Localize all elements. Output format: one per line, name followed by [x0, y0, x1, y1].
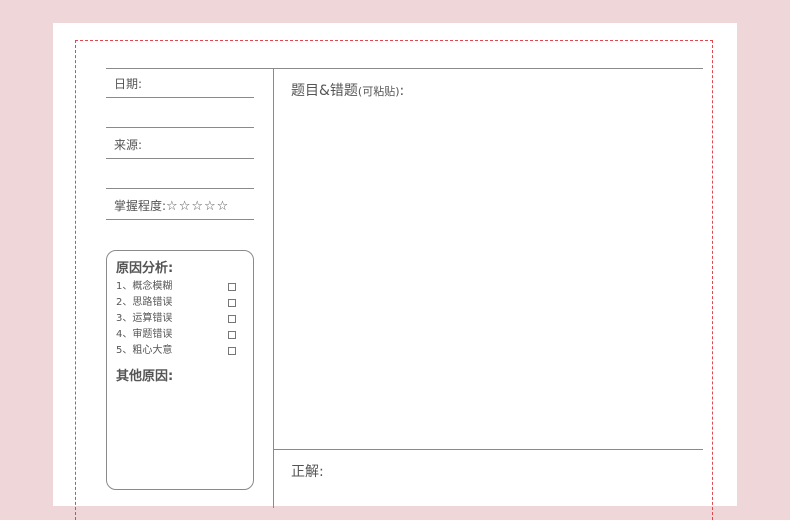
cause-list: 1、概念模糊 2、思路错误 3、运算错误 4、审题错误 5、粗心大意: [116, 279, 238, 359]
column-divider: [273, 68, 274, 508]
question-heading: 题目&错题(可粘贴):: [291, 80, 404, 100]
cause-item-label: 5、粗心大意: [116, 345, 173, 356]
cause-item-label: 3、运算错误: [116, 313, 173, 324]
cause-item-calculation[interactable]: 3、运算错误: [116, 311, 238, 327]
answer-heading: 正解:: [291, 464, 324, 480]
date-label: 日期:: [114, 77, 143, 91]
checkbox-icon[interactable]: [228, 315, 236, 323]
cause-item-approach[interactable]: 2、思路错误: [116, 295, 238, 311]
other-causes-title: 其他原因:: [116, 369, 174, 384]
question-label: 题目&错题: [291, 83, 358, 99]
cause-item-careless[interactable]: 5、粗心大意: [116, 343, 238, 359]
cause-item-label: 1、概念模糊: [116, 281, 173, 292]
question-note: (可粘贴): [357, 85, 400, 98]
cause-analysis-title: 原因分析:: [116, 261, 174, 276]
cause-item-label: 4、审题错误: [116, 329, 173, 340]
worksheet-sheet: 日期: 来源: 掌握程度:☆☆☆☆☆ 原因分析: 1、概念模糊 2、思路错误 3…: [53, 23, 737, 520]
cause-analysis-box: 原因分析: 1、概念模糊 2、思路错误 3、运算错误 4、审题错误 5、粗心大意: [106, 250, 254, 490]
mastery-label-wrap: 掌握程度:☆☆☆☆☆: [114, 197, 229, 214]
cause-item-label: 2、思路错误: [116, 297, 173, 308]
checkbox-icon[interactable]: [228, 347, 236, 355]
answer-divider: [274, 449, 703, 450]
mastery-label: 掌握程度:: [114, 199, 167, 213]
checkbox-icon[interactable]: [228, 299, 236, 307]
mastery-field[interactable]: 掌握程度:☆☆☆☆☆: [106, 190, 254, 220]
cause-item-reading[interactable]: 4、审题错误: [116, 327, 238, 343]
source-label: 来源:: [114, 138, 143, 152]
checkbox-icon[interactable]: [228, 283, 236, 291]
mastery-star-rating[interactable]: ☆☆☆☆☆: [166, 199, 229, 214]
date-value-line[interactable]: [106, 98, 254, 128]
checkbox-icon[interactable]: [228, 331, 236, 339]
date-field[interactable]: 日期:: [106, 68, 254, 98]
question-colon: :: [399, 83, 405, 99]
cause-item-concept[interactable]: 1、概念模糊: [116, 279, 238, 295]
source-value-line[interactable]: [106, 159, 254, 189]
source-field[interactable]: 来源:: [106, 129, 254, 159]
